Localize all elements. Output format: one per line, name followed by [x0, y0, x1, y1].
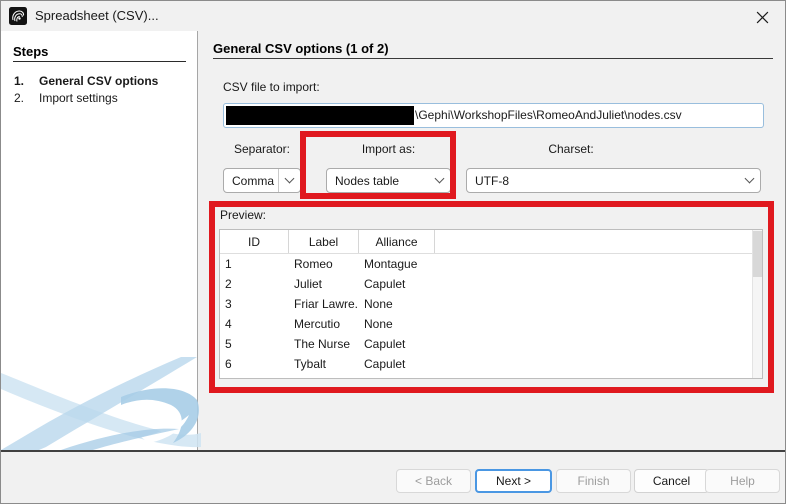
charset-dropdown[interactable]: UTF-8: [466, 168, 761, 193]
back-button: < Back: [396, 469, 471, 493]
column-header-id[interactable]: ID: [220, 230, 289, 253]
charset-label: Charset:: [548, 142, 594, 156]
spreadsheet-csv-dialog: Spreadsheet (CSV)... Steps 1. General CS…: [0, 0, 786, 504]
help-button: Help: [705, 469, 780, 493]
preview-label: Preview:: [220, 208, 267, 222]
preview-table: ID Label Alliance 1 Romeo Montague 2 Jul…: [219, 229, 763, 379]
csv-file-label: CSV file to import:: [223, 80, 320, 94]
csv-file-path-field[interactable]: \Gephi\WorkshopFiles\RomeoAndJuliet\node…: [223, 103, 764, 128]
table-row[interactable]: 4 Mercutio None: [220, 314, 762, 334]
preview-table-header: ID Label Alliance: [220, 230, 762, 254]
button-bar: < Back Next > Finish Cancel Help: [1, 452, 785, 503]
cancel-button[interactable]: Cancel: [634, 469, 709, 493]
finish-button: Finish: [556, 469, 631, 493]
csv-file-path-text: \Gephi\WorkshopFiles\RomeoAndJuliet\node…: [415, 108, 682, 122]
column-header-empty: [435, 230, 762, 253]
close-icon[interactable]: [751, 7, 773, 27]
separator-label: Separator:: [233, 142, 291, 156]
table-row[interactable]: 3 Friar Lawre... None: [220, 294, 762, 314]
title-bar: Spreadsheet (CSV)...: [1, 1, 785, 31]
next-button[interactable]: Next >: [475, 469, 552, 493]
sidebar-step-general-csv-options: 1. General CSV options: [14, 74, 159, 88]
window-title: Spreadsheet (CSV)...: [35, 8, 159, 23]
chevron-down-icon[interactable]: [738, 169, 760, 192]
import-as-dropdown[interactable]: Nodes table: [326, 168, 451, 193]
chevron-down-icon[interactable]: [278, 169, 300, 192]
gephi-logo-icon: [9, 7, 27, 25]
import-as-value: Nodes table: [335, 173, 400, 188]
charset-value: UTF-8: [475, 173, 509, 188]
table-row[interactable]: 1 Romeo Montague: [220, 254, 762, 274]
chevron-down-icon[interactable]: [428, 169, 450, 192]
redacted-path-segment: [226, 106, 414, 125]
table-scrollbar[interactable]: [752, 230, 762, 378]
step-label: General CSV options: [39, 74, 159, 88]
table-row[interactable]: 5 The Nurse Capulet: [220, 334, 762, 354]
wizard-page-title: General CSV options (1 of 2): [213, 41, 389, 56]
import-as-label: Import as:: [361, 142, 416, 156]
scrollbar-thumb[interactable]: [753, 231, 762, 277]
wizard-page-title-underline: [213, 58, 773, 59]
table-row[interactable]: 2 Juliet Capulet: [220, 274, 762, 294]
sidebar-step-import-settings: 2. Import settings: [14, 91, 118, 105]
watermark-swoosh: [1, 357, 201, 450]
steps-underline: [13, 61, 186, 62]
column-header-alliance[interactable]: Alliance: [359, 230, 435, 253]
separator-dropdown[interactable]: Comma: [223, 168, 301, 193]
steps-sidebar: Steps 1. General CSV options 2. Import s…: [1, 31, 201, 450]
table-row[interactable]: 6 Tybalt Capulet: [220, 354, 762, 374]
column-header-label[interactable]: Label: [289, 230, 359, 253]
steps-heading: Steps: [13, 44, 49, 59]
step-label: Import settings: [39, 91, 118, 105]
separator-value: Comma: [232, 173, 275, 188]
